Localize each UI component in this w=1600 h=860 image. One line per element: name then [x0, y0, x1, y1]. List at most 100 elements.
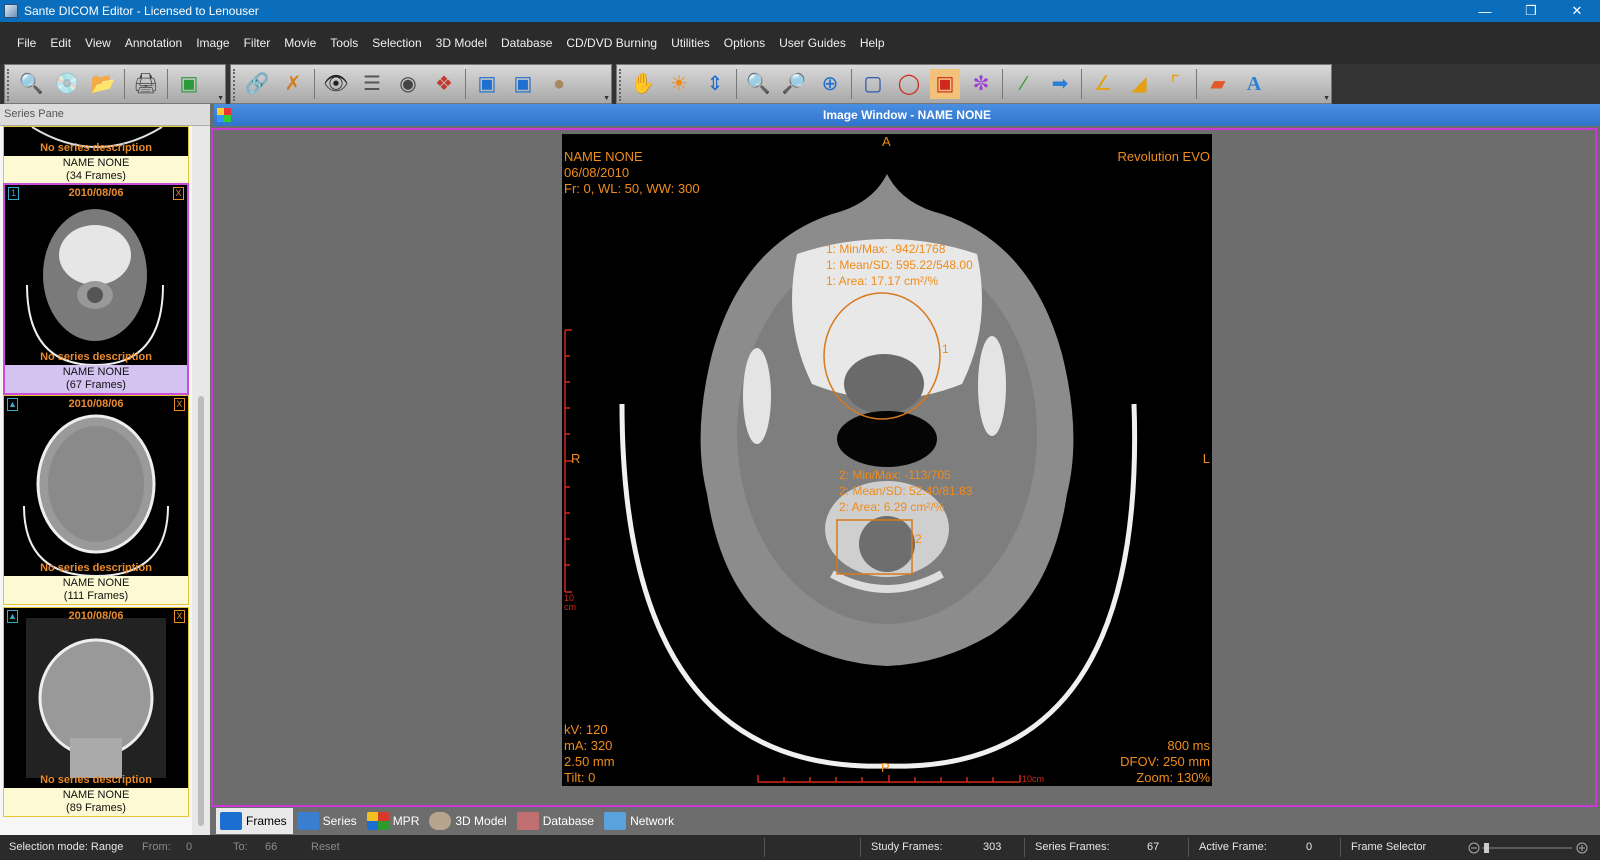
- image-viewport[interactable]: NAME NONE 06/08/2010 Fr: 0, WL: 50, WW: 30…: [211, 128, 1597, 807]
- from-label: From:: [142, 841, 171, 853]
- status-separator: [764, 838, 765, 857]
- series-close-button[interactable]: X: [174, 610, 185, 623]
- frame-selector-label: Frame Selector: [1351, 841, 1427, 853]
- series-close-button[interactable]: X: [174, 398, 185, 411]
- from-value[interactable]: 0: [186, 835, 192, 860]
- menu-utilities[interactable]: Utilities: [664, 36, 717, 50]
- arrow-icon[interactable]: ➡: [1045, 69, 1075, 99]
- angle-icon[interactable]: ∠: [1088, 69, 1118, 99]
- mri-icon[interactable]: ◉: [393, 69, 423, 99]
- 3d-model-icon: [429, 812, 452, 830]
- window-title: Sante DICOM Editor - Licensed to Lenouse…: [24, 4, 259, 18]
- zoom-study-icon[interactable]: 🔍: [16, 69, 46, 99]
- cobb-angle-icon[interactable]: ◢: [1124, 69, 1154, 99]
- zoom-region-icon[interactable]: 🔎: [779, 69, 809, 99]
- menu-image[interactable]: Image: [189, 36, 236, 50]
- toolbar-separator: [124, 69, 125, 99]
- series-pane-scroll-thumb[interactable]: [198, 396, 204, 826]
- tab-series[interactable]: Series: [293, 808, 363, 834]
- menu-help[interactable]: Help: [853, 36, 892, 50]
- menu-movie[interactable]: Movie: [277, 36, 323, 50]
- to-value[interactable]: 66: [265, 835, 277, 860]
- view-tab-bar: Frames Series MPR 3D Model Database Netw…: [214, 807, 1600, 835]
- study-frames-label: Study Frames:: [871, 841, 943, 853]
- folder-open-icon[interactable]: 📂: [88, 69, 118, 99]
- menu-filter[interactable]: Filter: [237, 36, 278, 50]
- cd-open-icon[interactable]: 💿: [52, 69, 82, 99]
- title-bar: Sante DICOM Editor - Licensed to Lenouse…: [0, 0, 1600, 22]
- tab-database-label: Database: [542, 814, 595, 828]
- head-3d-icon[interactable]: ●: [544, 69, 574, 99]
- orientation-right: L: [1202, 451, 1210, 466]
- ruler-icon[interactable]: ⌜: [1160, 69, 1190, 99]
- color-wheel-icon[interactable]: ✼: [966, 69, 996, 99]
- toolbar-overflow-icon[interactable]: ▼: [217, 95, 224, 102]
- layout-grid-icon[interactable]: [217, 108, 231, 122]
- series-card[interactable]: 2010/08/06 ▲ X No series description NAM…: [3, 607, 189, 817]
- scroll-arrows-icon[interactable]: ⇕: [700, 69, 730, 99]
- menu-edit[interactable]: Edit: [43, 36, 78, 50]
- roi-2-label: 2: [915, 532, 922, 546]
- print-icon[interactable]: 🖨: [131, 69, 161, 99]
- line-icon[interactable]: ∕: [1009, 69, 1039, 99]
- menu-user-guides[interactable]: User Guides: [772, 36, 853, 50]
- rect-roi-icon[interactable]: ▣: [930, 69, 960, 99]
- tab-network-label: Network: [630, 814, 675, 828]
- series-card[interactable]: 2010/08/06 ▲ X No series description NAM…: [3, 395, 189, 605]
- menu-annotation[interactable]: Annotation: [118, 36, 189, 50]
- overlay-kv: kV: 120: [564, 722, 608, 737]
- menu-file[interactable]: File: [10, 36, 43, 50]
- tab-series-label: Series: [322, 814, 357, 828]
- rect-select-icon[interactable]: ▢: [858, 69, 888, 99]
- actual-size-icon[interactable]: ▣: [508, 69, 538, 99]
- tab-3d-model[interactable]: 3D Model: [425, 808, 512, 834]
- series-card[interactable]: No series description NAME NONE (34 Fram…: [3, 126, 189, 185]
- series-frames-value: 67: [1147, 841, 1160, 853]
- link-icon[interactable]: 🔗: [242, 69, 272, 99]
- ellipse-roi-icon[interactable]: ◯: [894, 69, 924, 99]
- stack-icon[interactable]: ☰: [357, 69, 387, 99]
- toolbar-grip[interactable]: [7, 69, 10, 101]
- zoom-fit-icon[interactable]: ⊕: [815, 69, 845, 99]
- series-close-button[interactable]: X: [173, 187, 184, 200]
- frame-selector-slider[interactable]: [1468, 841, 1588, 855]
- fit-window-icon[interactable]: ▣: [472, 69, 502, 99]
- unlink-icon[interactable]: ✗: [278, 69, 308, 99]
- series-frame-count: (34 Frames): [66, 170, 126, 182]
- reset-button[interactable]: Reset: [311, 835, 340, 860]
- minimize-button[interactable]: —: [1462, 0, 1508, 22]
- brightness-icon[interactable]: ☀: [664, 69, 694, 99]
- ct-image[interactable]: NAME NONE 06/08/2010 Fr: 0, WL: 50, WW: 30…: [562, 134, 1212, 786]
- series-card[interactable]: 2010/08/06 1 X No series description NAM…: [3, 183, 189, 395]
- eye-icon[interactable]: 👁: [321, 69, 351, 99]
- menu-cd-dvd-burning[interactable]: CD/DVD Burning: [559, 36, 664, 50]
- menu-options[interactable]: Options: [717, 36, 772, 50]
- series-pane-scrollbar[interactable]: [192, 126, 210, 835]
- toolbar-overflow-icon[interactable]: ▼: [603, 95, 610, 102]
- menu-database[interactable]: Database: [494, 36, 559, 50]
- tab-frames[interactable]: Frames: [216, 808, 293, 834]
- pan-hand-icon[interactable]: ✋: [628, 69, 658, 99]
- menu-tools[interactable]: Tools: [323, 36, 365, 50]
- magnify-icon[interactable]: 🔍: [743, 69, 773, 99]
- menu-selection[interactable]: Selection: [365, 36, 428, 50]
- eraser-icon[interactable]: ▰: [1203, 69, 1233, 99]
- series-pane-header: Series Pane: [0, 104, 210, 126]
- tab-mpr[interactable]: MPR: [363, 808, 426, 834]
- window-icon[interactable]: ▣: [174, 69, 204, 99]
- menu-3d-model[interactable]: 3D Model: [429, 36, 494, 50]
- orientation-left: R: [571, 451, 581, 466]
- toolbar-grip[interactable]: [619, 69, 622, 101]
- close-button[interactable]: ✕: [1554, 0, 1600, 22]
- menu-view[interactable]: View: [78, 36, 118, 50]
- toolbar-grip[interactable]: [233, 69, 236, 101]
- toolbar-overflow-icon[interactable]: ▼: [1323, 95, 1330, 102]
- tab-database[interactable]: Database: [513, 808, 600, 834]
- text-icon[interactable]: A: [1239, 69, 1269, 99]
- mpr-icon: [366, 812, 389, 830]
- restore-button[interactable]: ❐: [1508, 0, 1554, 22]
- network-icon: [604, 812, 627, 830]
- color-palette-icon[interactable]: ❖: [429, 69, 459, 99]
- roi-2-area: 2: Area: 6.29 cm²/%: [839, 500, 945, 514]
- tab-network[interactable]: Network: [600, 808, 680, 834]
